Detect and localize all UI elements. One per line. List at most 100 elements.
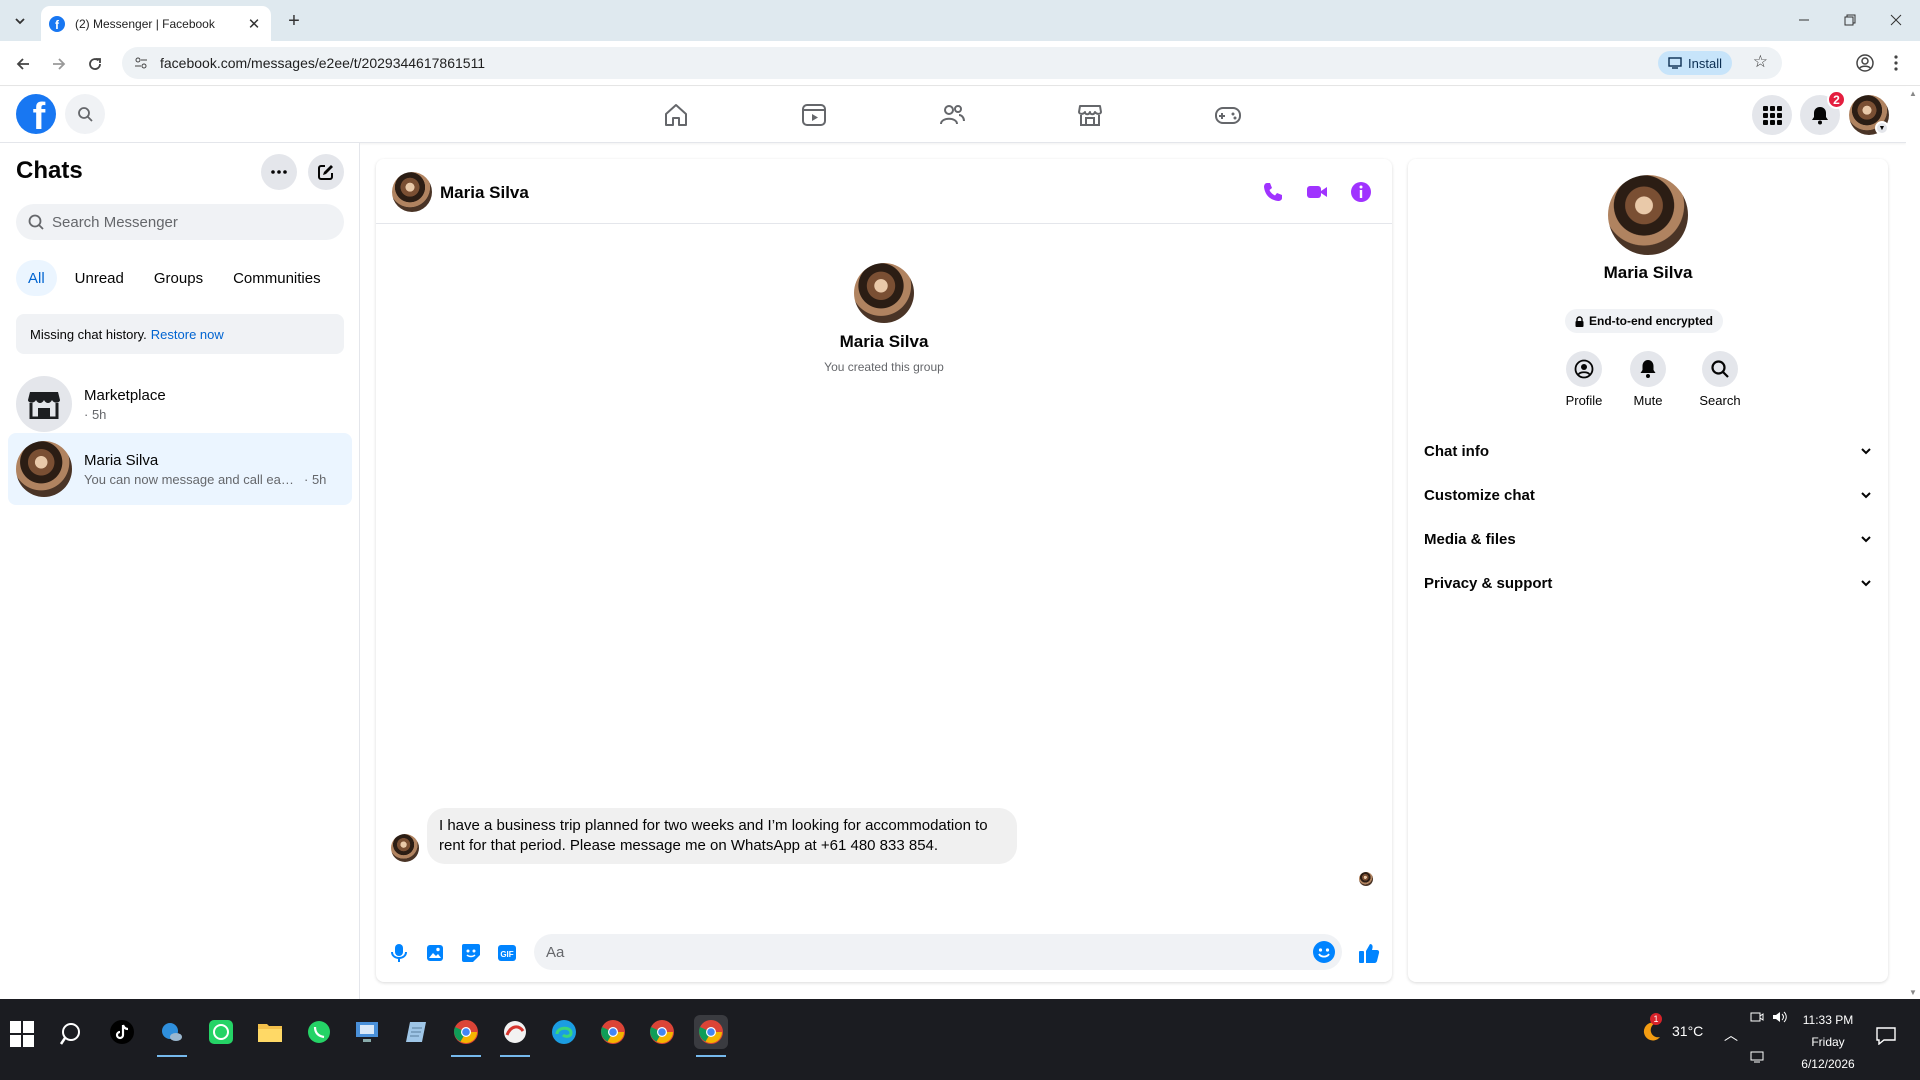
remote-desktop-icon[interactable] [350, 1015, 384, 1049]
windows-taskbar: 1 31°C ︿ 11:33 PM Friday 6/12/2026 [0, 999, 1920, 1080]
nav-home[interactable] [656, 95, 696, 135]
reload-button[interactable] [82, 51, 108, 77]
notifications-button[interactable]: 2 [1800, 90, 1846, 135]
facebook-search-button[interactable] [65, 94, 105, 134]
forward-button[interactable] [46, 51, 72, 77]
marketplace-icon [1078, 105, 1102, 126]
chrome-profile-3-icon[interactable] [645, 1015, 679, 1049]
filter-tab-groups[interactable]: Groups [142, 260, 215, 296]
chrome-profile-2-icon[interactable] [596, 1015, 630, 1049]
install-icon [1668, 57, 1682, 69]
section-label: Privacy & support [1424, 574, 1553, 592]
whatsapp-business-icon[interactable] [204, 1015, 238, 1049]
encryption-badge[interactable]: End-to-end encrypted [1565, 309, 1724, 333]
nav-friends[interactable] [932, 95, 972, 135]
browser-profile-button[interactable] [1854, 52, 1876, 74]
section-media-files[interactable]: Media & files [1416, 517, 1880, 561]
search-messenger-input[interactable] [52, 213, 332, 231]
conversation-title[interactable]: Maria Silva [440, 183, 529, 203]
sticker-button[interactable] [458, 940, 484, 966]
windows-start-icon[interactable] [10, 1021, 36, 1047]
file-explorer-icon[interactable] [253, 1015, 287, 1049]
conversation-info-button[interactable] [1348, 179, 1374, 205]
avatar[interactable] [854, 263, 914, 323]
close-tab-icon[interactable]: ✕ [245, 15, 263, 33]
info-action-search[interactable]: Search [1690, 351, 1750, 408]
chrome-active-window-icon[interactable] [694, 1015, 728, 1057]
tab-search-button[interactable] [9, 10, 31, 32]
taskbar-search-icon[interactable] [58, 1019, 88, 1049]
search-messenger-field[interactable] [16, 204, 344, 240]
nav-marketplace[interactable] [1070, 95, 1110, 135]
weather-widget[interactable]: 1 31°C [1640, 1013, 1703, 1043]
section-chat-info[interactable]: Chat info [1416, 429, 1880, 473]
scroll-down-icon[interactable]: ▼ [1909, 988, 1917, 997]
notification-center-icon[interactable] [1876, 1027, 1896, 1045]
info-action-mute[interactable]: Mute [1618, 351, 1678, 408]
emoji-icon[interactable] [1312, 940, 1336, 964]
missing-history-banner: Missing chat history. Restore now [16, 314, 344, 354]
chats-sidebar: Chats All Unread Groups Communities Miss… [0, 143, 360, 999]
avatar[interactable] [391, 834, 419, 862]
facebook-logo-icon[interactable]: f [16, 94, 56, 134]
chat-item-marketplace[interactable]: Marketplace · 5h [8, 368, 352, 440]
send-like-button[interactable] [1356, 940, 1382, 966]
section-customize-chat[interactable]: Customize chat [1416, 473, 1880, 517]
whatsapp-icon[interactable] [302, 1015, 336, 1049]
message-input[interactable] [546, 943, 1286, 961]
minimize-window-button[interactable] [1792, 8, 1816, 32]
address-bar[interactable]: facebook.com/messages/e2ee/t/20293446178… [122, 47, 1782, 79]
new-message-button[interactable] [308, 154, 344, 190]
filter-tab-all[interactable]: All [16, 260, 57, 296]
show-hidden-icons[interactable]: ︿ [1724, 1025, 1738, 1045]
notes-app-icon[interactable] [399, 1015, 433, 1049]
chats-options-button[interactable] [261, 154, 297, 190]
message-input-field[interactable] [534, 934, 1342, 970]
scroll-up-icon[interactable]: ▲ [1909, 89, 1917, 98]
new-tab-button[interactable]: + [282, 9, 306, 33]
connect-app-icon[interactable] [498, 1015, 532, 1057]
avatar[interactable] [392, 172, 432, 212]
menu-button[interactable] [1752, 95, 1792, 135]
chrome-profile-1-icon[interactable] [449, 1015, 483, 1057]
section-privacy-support[interactable]: Privacy & support [1416, 561, 1880, 605]
bookmark-star-icon[interactable]: ☆ [1753, 52, 1768, 72]
chevron-down-icon[interactable]: ▼ [1875, 121, 1889, 135]
info-contact-name: Maria Silva [1603, 263, 1693, 282]
restore-now-link[interactable]: Restore now [151, 327, 224, 342]
marketplace-icon [28, 392, 60, 419]
video-call-button[interactable] [1304, 179, 1330, 205]
close-window-button[interactable] [1884, 8, 1908, 32]
nav-gaming[interactable] [1208, 95, 1248, 135]
filter-tab-communities[interactable]: Communities [221, 260, 333, 296]
encryption-label: End-to-end encrypted [1589, 314, 1714, 328]
back-button[interactable] [10, 51, 36, 77]
search-icon [28, 214, 44, 230]
browser-menu-button[interactable] [1886, 51, 1906, 75]
facebook-favicon-icon: f [49, 15, 65, 32]
nav-video[interactable] [794, 95, 834, 135]
avatar[interactable] [1608, 175, 1688, 255]
message-bubble[interactable]: I have a business trip planned for two w… [427, 808, 1017, 864]
gif-icon: GIF [498, 945, 516, 961]
audio-call-button[interactable] [1260, 179, 1286, 205]
network-app-icon[interactable] [155, 1015, 189, 1057]
gif-button[interactable]: GIF [494, 940, 520, 966]
attach-photo-button[interactable] [422, 940, 448, 966]
chat-item-maria-silva[interactable]: Maria Silva You can now message and call… [8, 433, 352, 505]
page-scrollbar[interactable]: ▲ ▼ [1906, 87, 1920, 999]
system-clock[interactable]: 11:33 PM Friday 6/12/2026 [1786, 1009, 1870, 1075]
info-action-profile[interactable]: Profile [1554, 351, 1614, 408]
browser-tab-messenger[interactable]: f (2) Messenger | Facebook ✕ [41, 6, 271, 41]
network-icon[interactable] [1750, 1050, 1766, 1064]
minimize-icon [1799, 19, 1809, 21]
edge-browser-icon[interactable] [547, 1015, 581, 1049]
site-settings-icon[interactable] [128, 50, 154, 76]
install-app-button[interactable]: Install [1658, 51, 1732, 75]
voice-clip-button[interactable] [386, 940, 412, 966]
close-icon [1890, 14, 1902, 26]
restore-window-button[interactable] [1838, 8, 1862, 32]
meet-now-icon[interactable] [1750, 1010, 1764, 1024]
tiktok-app-icon[interactable] [105, 1015, 139, 1049]
filter-tab-unread[interactable]: Unread [63, 260, 136, 296]
